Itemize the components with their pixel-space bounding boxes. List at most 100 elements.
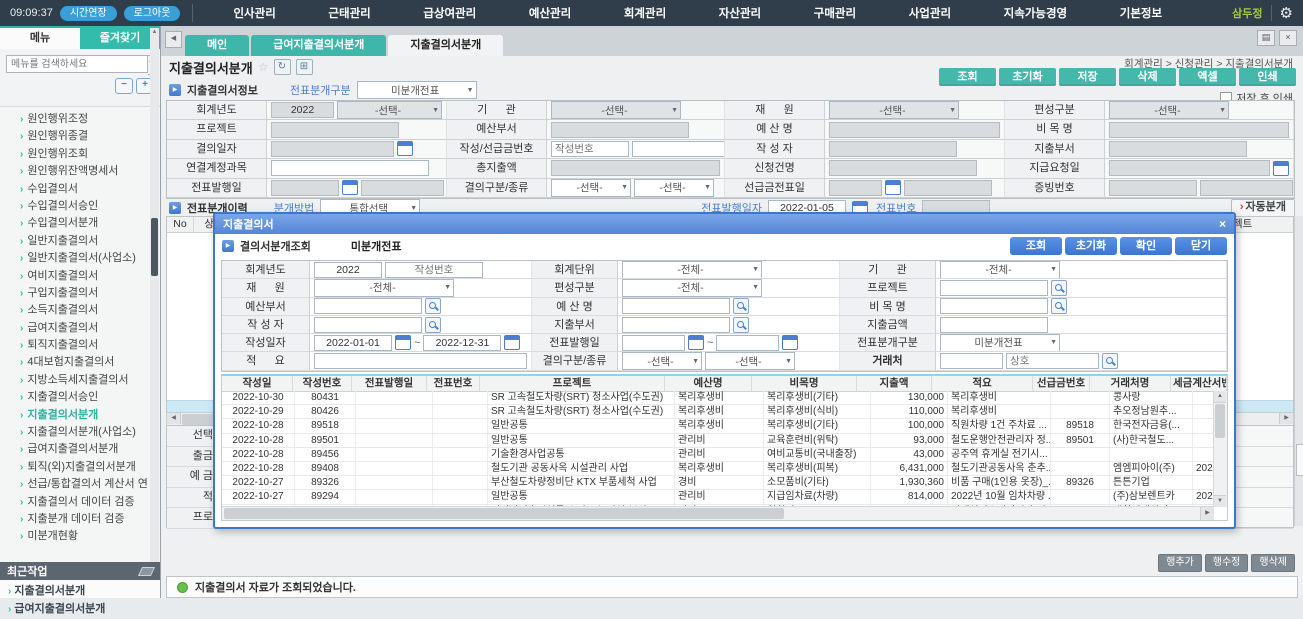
tab-list-icon[interactable]: ▤ [1257, 30, 1275, 46]
modal-budget-name-input[interactable] [622, 298, 730, 314]
org-select[interactable]: -선택-▼ [551, 101, 681, 119]
toolbar-button[interactable]: 인쇄 [1239, 68, 1296, 86]
modal-button[interactable]: 확인 [1120, 237, 1172, 255]
modal-close-icon[interactable]: × [1219, 218, 1226, 230]
tree-item[interactable]: ›일반지출결의서 [0, 233, 160, 250]
tree-item[interactable]: ›여비지출결의서 [0, 268, 160, 285]
modal-voucher-date-from-input[interactable] [622, 335, 685, 351]
budget-class-select[interactable]: -선택-▼ [1109, 101, 1229, 119]
tree-item[interactable]: ›원인행위조정 [0, 111, 160, 128]
document-tab[interactable]: 메인 [185, 35, 249, 56]
modal-summary-input[interactable] [314, 353, 527, 369]
scroll-up-icon[interactable]: ▲ [150, 28, 159, 37]
tree-item[interactable]: ›선급/통합결의서 계산서 연 [0, 476, 160, 493]
tree-item[interactable]: ›지출결의서승인 [0, 389, 160, 406]
toolbar-button[interactable]: 삭제 [1119, 68, 1176, 86]
eraser-icon[interactable] [138, 567, 155, 576]
modal-item-name-input[interactable] [940, 298, 1048, 314]
voucher-issue-date-input[interactable] [271, 180, 339, 196]
tree-item[interactable]: ›지출결의서분개 [0, 407, 160, 424]
calendar-icon[interactable] [885, 180, 901, 195]
table-row[interactable]: 2022-10-28 89408 철도기관 공동사옥 시설관리 사업 복리후생비… [222, 462, 1214, 476]
sidebar-scrollbar[interactable]: ▲ ▼ [150, 28, 159, 596]
document-tab[interactable]: 급여지출결의서분개 [251, 35, 386, 56]
col-no[interactable]: No [167, 217, 194, 232]
tree-item[interactable]: ›수입결의서분개 [0, 215, 160, 232]
tree-item[interactable]: ›급여지출결의서 [0, 320, 160, 337]
main-vscrollbar[interactable] [1294, 216, 1303, 526]
table-row[interactable]: 2022-10-30 80431 SR 고속철도차량(SRT) 청소사업(수도권… [222, 391, 1214, 405]
scroll-right-icon[interactable]: ▶ [1200, 507, 1214, 520]
expense-dept-input[interactable] [1109, 141, 1247, 157]
modal-project-input[interactable] [940, 280, 1048, 296]
evidence-no2-input[interactable] [1200, 180, 1293, 196]
modal-year-input[interactable] [314, 262, 382, 278]
new-window-icon[interactable]: ⊞ [296, 59, 313, 75]
global-menu-item[interactable]: 지속가능경영 [1004, 5, 1067, 21]
logout-button[interactable]: 로그아웃 [124, 6, 181, 21]
row-action-button[interactable]: 행수정 [1205, 554, 1249, 572]
table-vscrollbar[interactable]: ▲ ▼ [1213, 391, 1227, 507]
collapse-all-button[interactable]: − [115, 78, 133, 94]
close-icon[interactable]: × [1279, 30, 1297, 46]
modal-budget-dept-input[interactable] [314, 298, 422, 314]
calendar-icon[interactable] [688, 335, 704, 350]
tree-item[interactable]: ›지출분개 데이터 검증 [0, 511, 160, 528]
modal-write-date-to-input[interactable] [423, 335, 501, 351]
search-icon[interactable] [1051, 280, 1067, 296]
toolbar-button[interactable]: 조회 [939, 68, 996, 86]
modal-voucher-date-to-input[interactable] [716, 335, 779, 351]
table-row[interactable]: 2022-10-28 89501 일반공통 관리비 교육훈련비(위탁) 93,0… [222, 434, 1214, 448]
sidebar-tab-menu[interactable]: 메뉴 [0, 26, 80, 49]
toolbar-button[interactable]: 저장 [1059, 68, 1116, 86]
evidence-no-input[interactable] [1109, 180, 1197, 196]
tree-item[interactable]: ›소득지출결의서 [0, 302, 160, 319]
table-header-cell[interactable]: 적요 [932, 376, 1033, 391]
writer-input[interactable] [829, 141, 957, 157]
calendar-icon[interactable] [782, 335, 798, 350]
toolbar-button[interactable]: 초기화 [999, 68, 1056, 86]
recent-item[interactable]: ›급여지출결의서분개 [0, 600, 160, 618]
table-header-cell[interactable]: 비목명 [752, 376, 857, 391]
scroll-left-icon[interactable]: ◀ [167, 413, 181, 424]
refresh-icon[interactable]: ↻ [274, 59, 291, 75]
table-header-cell[interactable]: 선급금번호 [1033, 376, 1090, 391]
auto-journal-button[interactable]: ›자동분개 [1231, 199, 1295, 217]
table-header-cell[interactable]: 예산명 [665, 376, 752, 391]
modal-decision-type-select[interactable]: -선택-▼ [622, 352, 702, 370]
scroll-up-icon[interactable]: ▲ [1214, 391, 1226, 403]
modal-write-no-input[interactable] [385, 262, 483, 278]
recent-item[interactable]: ›지출결의서분개 [0, 582, 160, 600]
search-icon[interactable] [733, 298, 749, 314]
gear-icon[interactable]: ⚙ [1280, 4, 1293, 22]
fiscal-year-select[interactable]: -선택-▼ [337, 101, 442, 119]
user-name[interactable]: 삼두정 [1232, 5, 1262, 21]
search-icon[interactable] [733, 317, 749, 333]
modal-writer-input[interactable] [314, 317, 422, 333]
calendar-icon[interactable] [395, 335, 411, 350]
tab-prev-button[interactable]: ◀ [165, 31, 182, 48]
decision-type-select[interactable]: -선택-▼ [551, 179, 631, 197]
table-header-cell[interactable]: 거래처명 [1090, 376, 1171, 391]
table-header-cell[interactable]: 프로젝트 [480, 376, 665, 391]
global-menu-item[interactable]: 사업관리 [909, 5, 951, 21]
tree-item[interactable]: ›일반지출결의서(사업소) [0, 250, 160, 267]
tree-item[interactable]: ›지출결의서분개(사업소) [0, 424, 160, 441]
document-tab[interactable]: 지출결의서분개 [388, 35, 503, 56]
row-action-button[interactable]: 행추가 [1158, 554, 1202, 572]
tree-item[interactable]: ›지방소득세지출결의서 [0, 372, 160, 389]
item-name-input[interactable] [1109, 122, 1289, 138]
tree-item[interactable]: ›퇴직(외)지출결의서분개 [0, 459, 160, 476]
tree-item[interactable]: ›구입지출결의서 [0, 285, 160, 302]
modal-org-select[interactable]: -전체-▼ [940, 261, 1060, 279]
tree-item[interactable]: ›4대보험지출결의서 [0, 354, 160, 371]
scroll-down-icon[interactable]: ▼ [1214, 495, 1226, 507]
calendar-icon[interactable] [1273, 161, 1289, 176]
table-header-cell[interactable]: 작성일 [222, 376, 293, 391]
global-menu-item[interactable]: 기본정보 [1120, 5, 1162, 21]
toolbar-button[interactable]: 엑셀 [1179, 68, 1236, 86]
table-header-cell[interactable]: 지출액 [857, 376, 932, 391]
modal-button[interactable]: 조회 [1010, 237, 1062, 255]
modal-button[interactable]: 닫기 [1175, 237, 1227, 255]
search-icon[interactable] [425, 317, 441, 333]
